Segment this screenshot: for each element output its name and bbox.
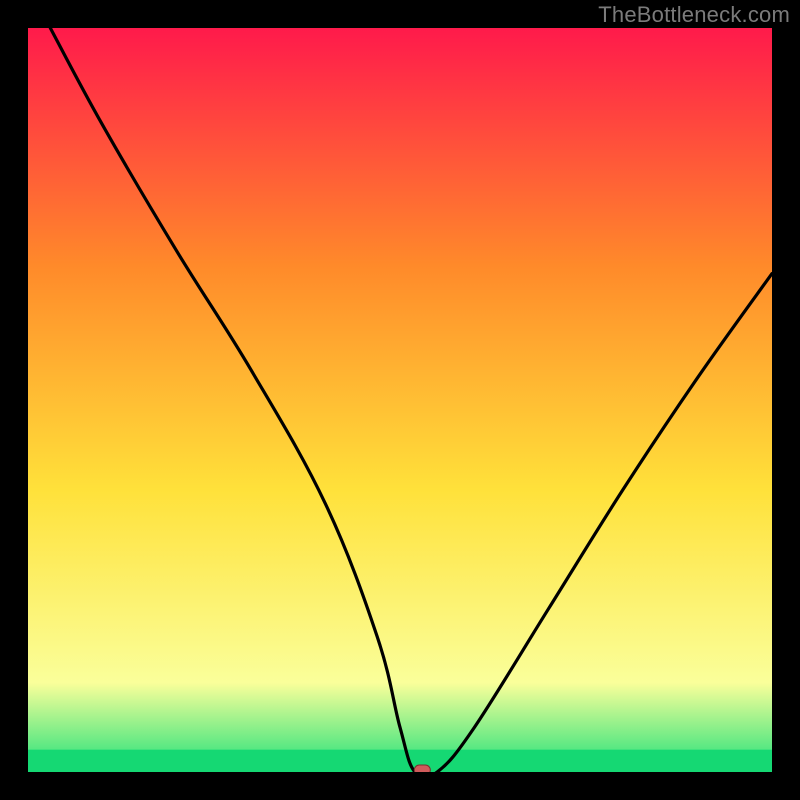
chart-plot-area xyxy=(28,28,772,772)
chart-frame: TheBottleneck.com xyxy=(0,0,800,800)
watermark-text: TheBottleneck.com xyxy=(598,2,790,28)
green-band xyxy=(28,750,772,772)
chart-svg xyxy=(28,28,772,772)
gradient-background xyxy=(28,28,772,772)
optimum-marker-icon xyxy=(414,765,430,772)
